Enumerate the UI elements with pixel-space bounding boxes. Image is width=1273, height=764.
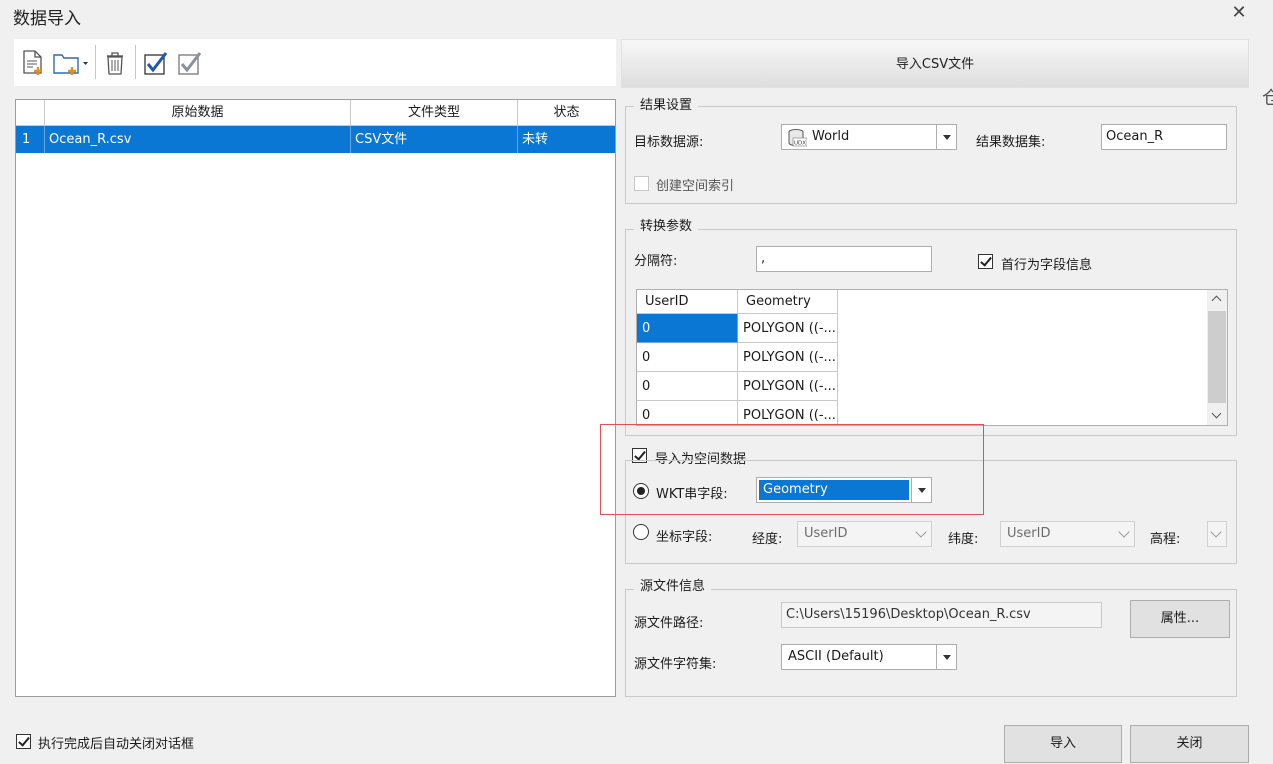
charset-select[interactable]: ASCII (Default) <box>781 644 957 670</box>
elevation-select[interactable] <box>1207 521 1227 547</box>
toolbar-separator <box>135 45 136 79</box>
preview-header-userid[interactable]: UserID <box>637 290 738 314</box>
svg-text:UDX: UDX <box>794 141 806 147</box>
row-file-type: CSV文件 <box>351 126 518 153</box>
preview-header-geometry[interactable]: Geometry <box>738 290 838 314</box>
highlight-frame <box>600 424 984 515</box>
separator-input[interactable]: , <box>756 246 932 272</box>
properties-button[interactable]: 属性... <box>1130 600 1230 638</box>
chevron-down-icon[interactable] <box>936 645 956 669</box>
import-csv-button[interactable]: 导入CSV文件 <box>621 39 1249 88</box>
chevron-down-icon[interactable] <box>1114 522 1134 546</box>
window-title: 数据导入 <box>13 9 81 29</box>
chevron-down-icon[interactable] <box>1211 408 1222 419</box>
charset-value: ASCII (Default) <box>788 649 884 664</box>
scrollbar-thumb[interactable] <box>1208 311 1226 403</box>
row-file-name: Ocean_R.csv <box>45 126 351 153</box>
preview-cell[interactable]: 0 <box>637 343 738 372</box>
latitude-label: 纬度: <box>948 532 979 547</box>
file-list-grid: 原始数据 文件类型 状态 1 Ocean_R.csv CSV文件 未转 <box>15 99 616 697</box>
source-info-title: 源文件信息 <box>634 579 712 595</box>
chevron-down-icon[interactable] <box>936 125 956 149</box>
preview-cell[interactable]: POLYGON ((-... <box>738 372 838 401</box>
coord-field-radio[interactable] <box>633 524 649 540</box>
preview-cell[interactable]: 0 <box>637 314 738 343</box>
preview-scrollbar[interactable] <box>1207 290 1227 425</box>
add-file-icon[interactable] <box>20 49 48 77</box>
target-datasource-label: 目标数据源: <box>634 135 704 150</box>
source-path-label: 源文件路径: <box>634 616 704 631</box>
preview-cell[interactable]: 0 <box>637 401 738 425</box>
import-button[interactable]: 导入 <box>1004 725 1122 763</box>
longitude-label: 经度: <box>752 532 783 547</box>
table-row[interactable]: 1 Ocean_R.csv CSV文件 未转 <box>16 126 615 153</box>
grid-header-type[interactable]: 文件类型 <box>351 100 518 126</box>
row-status: 未转 <box>522 132 549 147</box>
latitude-value: UserID <box>1007 526 1051 541</box>
result-dataset-input[interactable]: Ocean_R <box>1101 124 1227 150</box>
target-datasource-select[interactable]: UDX World <box>781 124 957 150</box>
charset-label: 源文件字符集: <box>634 657 717 672</box>
delete-icon[interactable] <box>102 49 130 77</box>
close-icon[interactable]: ✕ <box>1228 2 1250 24</box>
longitude-value: UserID <box>804 526 848 541</box>
source-path-field[interactable]: C:\Users\15196\Desktop\Ocean_R.csv <box>781 602 1102 628</box>
preview-cell[interactable]: POLYGON ((-... <box>738 314 838 343</box>
spatial-index-label: 创建空间索引 <box>656 179 735 194</box>
longitude-select[interactable]: UserID <box>797 521 932 547</box>
elevation-label: 高程: <box>1150 532 1181 547</box>
target-datasource-value: World <box>812 129 850 144</box>
auto-close-label: 执行完成后自动关闭对话框 <box>38 737 195 752</box>
preview-cell[interactable]: POLYGON ((-... <box>738 343 838 372</box>
invert-select-icon[interactable] <box>176 49 204 77</box>
edge-glyph: 仓 <box>1262 88 1273 109</box>
first-row-header-label: 首行为字段信息 <box>1001 258 1093 273</box>
result-settings-title: 结果设置 <box>634 98 699 114</box>
grid-header-status[interactable]: 状态 <box>518 100 615 126</box>
add-folder-icon[interactable] <box>52 49 88 77</box>
coord-field-label: 坐标字段: <box>656 530 713 545</box>
toolbar <box>14 39 616 86</box>
row-index: 1 <box>16 126 45 153</box>
spatial-index-checkbox[interactable] <box>634 176 649 191</box>
result-dataset-label: 结果数据集: <box>976 135 1046 150</box>
udbx-datasource-icon: UDX <box>787 128 808 152</box>
separator-label: 分隔符: <box>634 254 678 269</box>
chevron-up-icon[interactable] <box>1211 295 1222 306</box>
close-button[interactable]: 关闭 <box>1130 725 1249 763</box>
grid-header-index <box>16 100 45 126</box>
preview-cell[interactable]: 0 <box>637 372 738 401</box>
latitude-select[interactable]: UserID <box>1000 521 1135 547</box>
chevron-down-icon[interactable] <box>1206 522 1226 546</box>
auto-close-checkbox[interactable] <box>16 734 31 749</box>
preview-cell[interactable]: POLYGON ((-... <box>738 401 838 425</box>
chevron-down-icon[interactable] <box>911 522 931 546</box>
grid-header-source[interactable]: 原始数据 <box>45 100 351 126</box>
select-all-icon[interactable] <box>142 49 170 77</box>
preview-grid: UserID Geometry 0 POLYGON ((-... 0 POLYG… <box>636 289 1228 426</box>
first-row-header-checkbox[interactable] <box>978 254 993 269</box>
toolbar-separator <box>95 45 96 79</box>
convert-params-title: 转换参数 <box>634 219 699 235</box>
